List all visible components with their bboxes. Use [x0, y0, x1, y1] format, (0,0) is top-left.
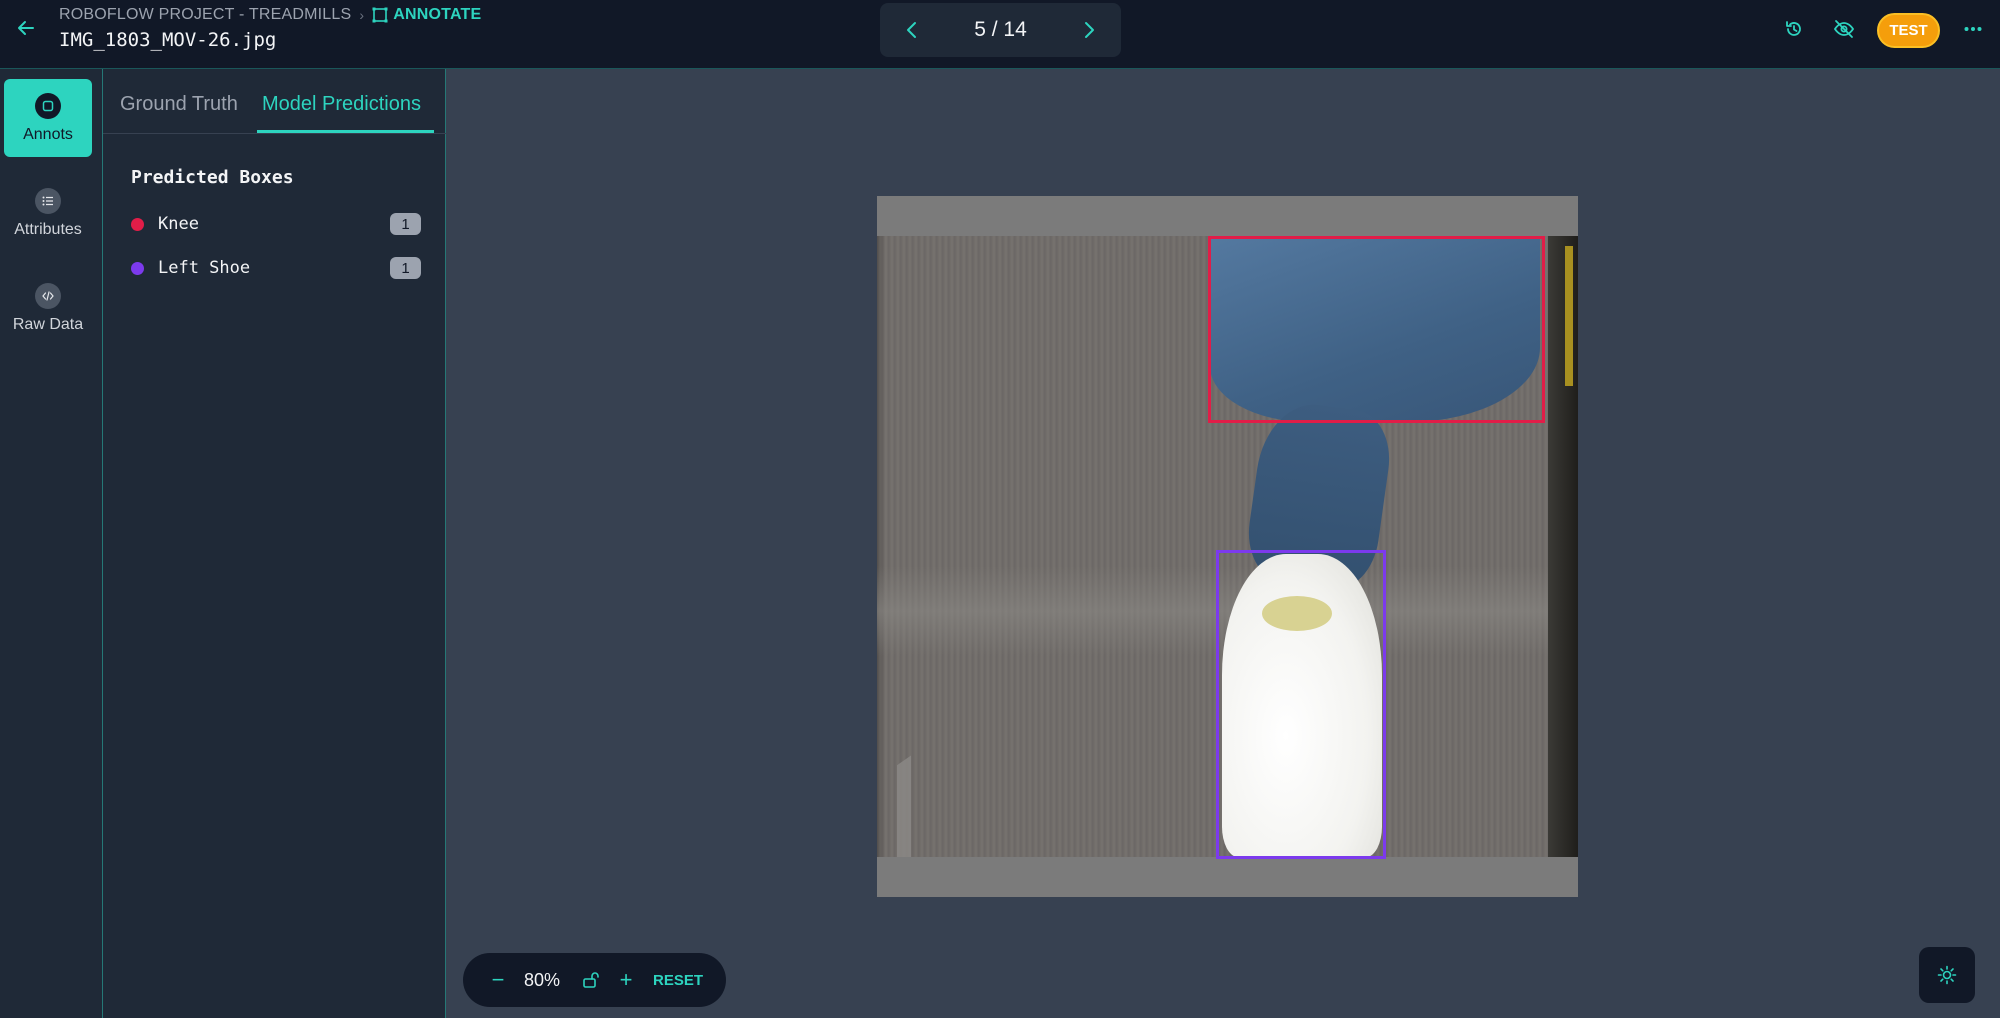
image-filename: IMG_1803_MOV-26.jpg [59, 29, 277, 51]
breadcrumb-annotate-label: ANNOTATE [393, 6, 482, 23]
history-icon[interactable] [1782, 17, 1806, 41]
class-count-badge: 1 [390, 213, 421, 235]
class-color-dot [131, 217, 144, 231]
settings-button[interactable] [1919, 947, 1975, 1003]
class-name: Left Shoe [158, 258, 251, 278]
image-pager: 5 / 14 [880, 3, 1121, 57]
pager-count: 5 / 14 [974, 18, 1027, 41]
split-badge[interactable]: TEST [1877, 13, 1940, 48]
active-tab-indicator [257, 130, 434, 133]
class-row-left-shoe[interactable]: Left Shoe 1 [131, 256, 421, 280]
zoom-level: 80% [523, 969, 561, 990]
previous-image-button[interactable] [902, 20, 922, 40]
back-arrow-icon[interactable] [14, 16, 38, 40]
code-icon [35, 282, 61, 309]
rail-item-raw-data[interactable]: Raw Data [4, 269, 92, 347]
rail-item-label: Attributes [14, 220, 82, 238]
tab-ground-truth[interactable]: Ground Truth [120, 93, 238, 116]
more-options-icon[interactable] [1961, 17, 1985, 41]
bounding-box-left-shoe[interactable] [1216, 550, 1386, 859]
breadcrumb-annotate[interactable]: ANNOTATE [372, 6, 481, 24]
class-color-dot [131, 261, 144, 275]
top-bar: ROBOFLOW PROJECT - TREADMILLS › ANNOTATE… [0, 0, 2000, 69]
tab-model-predictions[interactable]: Model Predictions [262, 93, 421, 116]
zoom-controls: − 80% + RESET [463, 953, 726, 1007]
zoom-in-button[interactable]: + [611, 967, 641, 993]
bounding-box-knee[interactable] [1208, 236, 1545, 423]
section-title: Predicted Boxes [131, 167, 294, 188]
rail-item-annots[interactable]: Annots [4, 79, 92, 157]
breadcrumb: ROBOFLOW PROJECT - TREADMILLS › ANNOTATE [59, 6, 481, 24]
annotations-icon [35, 92, 61, 119]
class-count-badge: 1 [390, 257, 421, 279]
chevron-right-icon [1084, 22, 1094, 38]
annotations-panel: Ground Truth Model Predictions Predicted… [103, 69, 446, 1018]
breadcrumb-project[interactable]: ROBOFLOW PROJECT - TREADMILLS [59, 6, 351, 24]
rail-item-attributes[interactable]: Attributes [4, 174, 92, 252]
class-row-knee[interactable]: Knee 1 [131, 212, 421, 236]
list-icon [35, 187, 61, 214]
unlock-icon[interactable] [571, 971, 611, 989]
breadcrumb-separator: › [359, 7, 365, 23]
next-image-button[interactable] [1079, 20, 1099, 40]
sun-icon [1937, 965, 1957, 985]
panel-tabs: Ground Truth Model Predictions [103, 69, 446, 134]
chevron-left-icon [907, 22, 916, 38]
reset-zoom-button[interactable]: RESET [653, 972, 703, 989]
left-rail: Annots Attributes Raw Data [0, 69, 103, 1018]
rail-item-label: Annots [23, 125, 73, 143]
annotate-icon [372, 7, 388, 23]
rail-item-label: Raw Data [12, 315, 84, 333]
hide-annotations-icon[interactable] [1832, 17, 1856, 41]
class-name: Knee [158, 214, 199, 234]
zoom-out-button[interactable]: − [483, 967, 513, 993]
